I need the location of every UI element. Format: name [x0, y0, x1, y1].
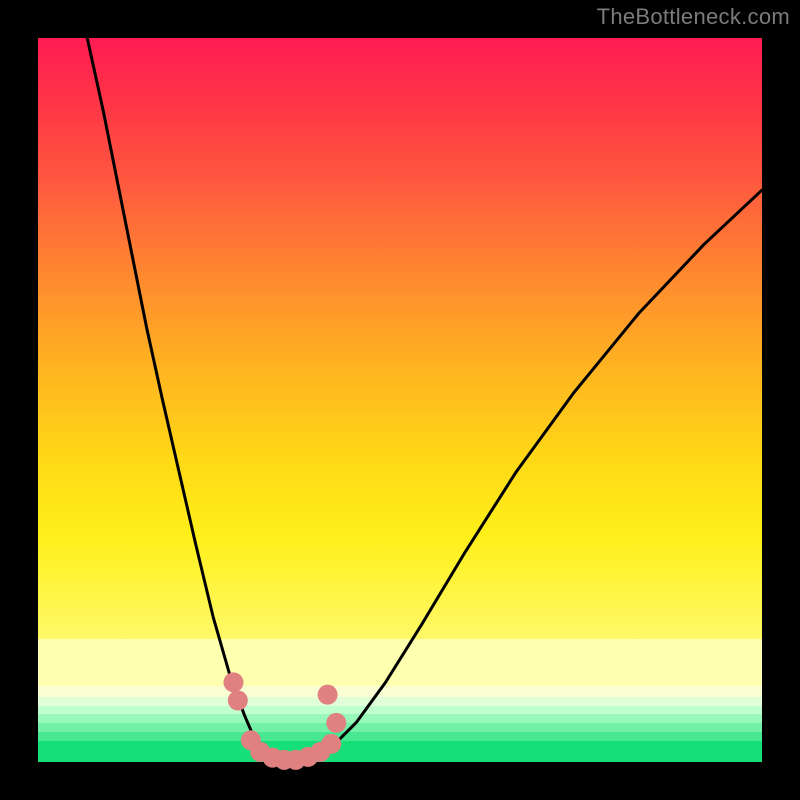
curve-right-branch [299, 190, 762, 761]
marker-group [223, 672, 346, 769]
curve-left-branch [87, 38, 284, 761]
marker-dot [228, 690, 248, 710]
watermark-text: TheBottleneck.com [597, 4, 790, 30]
marker-dot [318, 685, 338, 705]
marker-dot [223, 672, 243, 692]
chart-frame: TheBottleneck.com [0, 0, 800, 800]
marker-dot [326, 713, 346, 733]
marker-dot [321, 734, 341, 754]
chart-svg [38, 38, 762, 762]
